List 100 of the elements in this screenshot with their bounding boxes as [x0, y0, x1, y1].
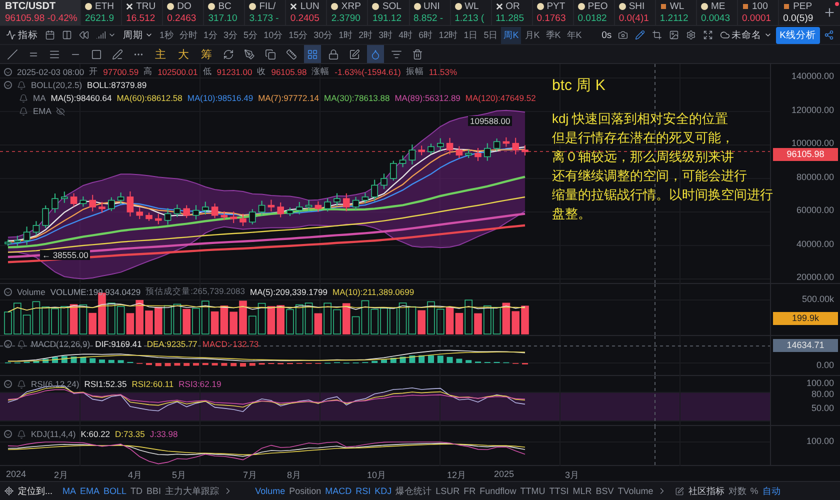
ticker-name[interactable]: PEP — [793, 1, 812, 12]
quick-indicator-button[interactable]: 筹 — [197, 46, 216, 62]
value-tag: 199.9k — [773, 312, 838, 325]
indicator-value: MA(120):47649.52 — [465, 93, 536, 103]
indicator-value: D:73.35 — [115, 429, 145, 439]
ohlc-label: 振幅 — [406, 66, 424, 78]
axis-label: 40000.00 — [796, 238, 834, 250]
indicator-value: MA(5):98460.64 — [50, 93, 112, 103]
ticker-name[interactable]: ME — [710, 1, 726, 12]
low-price-label: ← 38555.00 — [40, 250, 90, 260]
period-tab[interactable]: 分时 — [177, 26, 200, 44]
ticker-name[interactable]: FIL/ — [259, 1, 276, 12]
indicator-toggle[interactable]: BOLL — [104, 486, 127, 496]
indicator-toggle[interactable]: Position — [289, 486, 322, 496]
period-tab[interactable]: 1分 — [201, 26, 220, 44]
ticker-name[interactable]: SHI — [628, 1, 645, 12]
ticker-name[interactable]: 100 — [752, 1, 768, 12]
locate-text[interactable]: 定位到... — [18, 484, 53, 498]
indicator-value: J:33.98 — [150, 429, 178, 439]
indicator-toggle[interactable]: TD — [130, 486, 143, 496]
indicator-toggle[interactable]: 主力大单跟踪 — [165, 484, 220, 498]
indicator-toggle[interactable]: LSUR — [436, 486, 460, 496]
period-tab[interactable]: 1日 — [461, 26, 480, 44]
indicator-toggle[interactable]: BSV — [596, 486, 614, 496]
period-tab[interactable]: 15分 — [286, 26, 310, 44]
indicators-button[interactable]: 指标 — [3, 27, 41, 43]
indicator-toggle[interactable]: Fundflow — [480, 486, 516, 496]
ticker-price: 1.2112 — [660, 13, 690, 24]
time-axis-label: 4月 — [128, 469, 142, 482]
indicator-toggle[interactable]: TTMU — [520, 486, 546, 496]
indicator-toggle[interactable]: Volume — [255, 486, 286, 496]
period-dropdown[interactable]: 周期 — [120, 27, 156, 43]
period-tab[interactable]: 6时 — [416, 26, 436, 44]
indicator-value: MA(5):209,339.1799 — [250, 287, 328, 297]
cloud-button[interactable]: 未命名 — [716, 27, 775, 43]
ohlc-value: 11.53% — [428, 67, 458, 77]
period-tab[interactable]: 10分 — [261, 26, 286, 44]
ohlc-label: 收 — [257, 66, 266, 78]
period-tab[interactable]: 年K — [564, 26, 584, 44]
period-tab[interactable]: 周K — [501, 26, 522, 44]
pair-name: BTC/USDT — [5, 1, 57, 12]
ticker-price: 191.12 — [372, 13, 402, 24]
ticker-name[interactable]: TRU — [136, 1, 156, 12]
indicator-name: Volume — [17, 287, 46, 297]
axis-label: 100.00 — [806, 378, 834, 389]
indicator-toggle[interactable]: TTSI — [549, 486, 569, 496]
indicator-toggle[interactable]: EMA — [80, 486, 100, 496]
ticker-name[interactable]: UNI — [424, 1, 440, 12]
ticker-name[interactable]: PEO — [588, 1, 608, 12]
period-tab[interactable]: 1时 — [336, 26, 356, 44]
analysis-button[interactable]: K线分析 — [776, 26, 820, 44]
indicator-toggle[interactable]: MACD — [325, 486, 352, 496]
period-tab[interactable]: 5分 — [241, 26, 260, 44]
scale-option[interactable]: 自动 — [762, 484, 780, 498]
indicator-toggle[interactable]: RSI — [356, 486, 371, 496]
ticker-name[interactable]: ETH — [95, 1, 114, 12]
period-tab[interactable]: 月K — [522, 26, 542, 44]
ticker-name[interactable]: WL — [670, 1, 684, 12]
scale-option[interactable]: % — [750, 486, 758, 496]
indicator-toggle[interactable]: 爆仓统计 — [396, 484, 432, 498]
ticker-price: 2621.9 — [85, 13, 116, 24]
ticker-name[interactable]: DO — [177, 1, 192, 12]
time-axis-label: 8月 — [287, 469, 302, 482]
indicator-toggle[interactable]: FR — [464, 486, 476, 496]
period-tab[interactable]: 4时 — [396, 26, 416, 44]
indicator-toggle[interactable]: TVolume — [618, 486, 654, 496]
period-tab[interactable]: 季K — [543, 26, 564, 44]
time-axis-label: 5月 — [172, 469, 186, 482]
period-tab[interactable]: 2时 — [356, 26, 376, 44]
period-tab[interactable]: 12时 — [436, 26, 460, 44]
pair-price: 96105.98 -0.42% — [5, 13, 78, 24]
ticker-name[interactable]: SOL — [382, 1, 402, 12]
indicator-value: MA(89):56312.89 — [394, 93, 460, 103]
indicator-toggle[interactable]: MLR — [572, 486, 592, 496]
period-tab[interactable]: 3分 — [221, 26, 240, 44]
axis-label: 0.00 — [816, 360, 834, 371]
period-tab[interactable]: 5日 — [481, 26, 500, 44]
quick-indicator-button[interactable]: 大 — [174, 46, 193, 62]
indicator-toggle[interactable]: KDJ — [374, 486, 392, 496]
indicator-name: KDJ(11,4,4) — [31, 429, 76, 439]
indicator-value: RSI2:60.11 — [132, 379, 174, 389]
active-pair-card[interactable]: BTC/USDT 96105.98 -0.42% — [0, 0, 80, 25]
indicator-toggle[interactable]: MA — [62, 486, 76, 496]
period-tab[interactable]: 1秒 — [157, 26, 176, 44]
ticker-name[interactable]: LUN — [300, 1, 320, 12]
ticker-price: 16.512 — [126, 13, 156, 24]
ticker-name[interactable]: BC — [218, 1, 232, 12]
period-tab[interactable]: 30分 — [311, 26, 336, 44]
ticker-name[interactable]: XRP — [341, 1, 361, 12]
ticker-price: 0.0043 — [700, 13, 731, 24]
indicator-value: MA(10):211,389.0699 — [332, 287, 414, 297]
ticker-name[interactable]: OR — [506, 1, 520, 12]
period-tab[interactable]: 3时 — [376, 26, 396, 44]
quick-indicator-button[interactable]: 主 — [151, 46, 170, 62]
ticker-name[interactable]: WL — [464, 1, 479, 12]
indicator-value: MA(30):78613.88 — [324, 93, 390, 103]
community-indicators-button[interactable]: 社区指标 — [688, 484, 724, 498]
scale-option[interactable]: 对数 — [728, 484, 746, 498]
ticker-name[interactable]: PYT — [546, 1, 566, 12]
indicator-toggle[interactable]: BBI — [146, 486, 162, 496]
